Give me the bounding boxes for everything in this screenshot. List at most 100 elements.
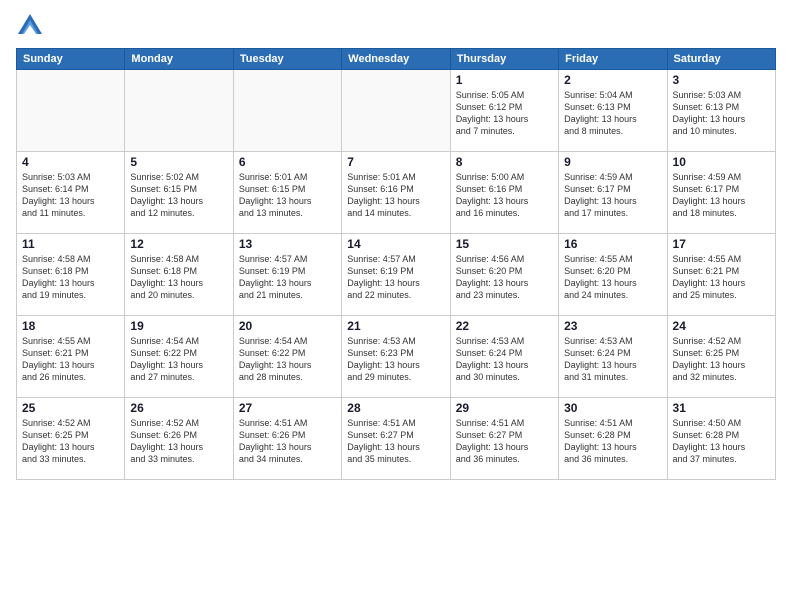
calendar-cell xyxy=(125,70,233,152)
day-number: 10 xyxy=(673,155,770,169)
day-number: 13 xyxy=(239,237,336,251)
day-info: Sunrise: 4:53 AM Sunset: 6:24 PM Dayligh… xyxy=(564,335,661,384)
day-info: Sunrise: 4:57 AM Sunset: 6:19 PM Dayligh… xyxy=(239,253,336,302)
logo xyxy=(16,12,48,40)
calendar-cell: 5 Sunrise: 5:02 AM Sunset: 6:15 PM Daylig… xyxy=(125,152,233,234)
calendar-cell: 23 Sunrise: 4:53 AM Sunset: 6:24 PM Dayli… xyxy=(559,316,667,398)
calendar-cell: 18Sunrise: 4:55 AM Sunset: 6:21 PM Dayli… xyxy=(17,316,125,398)
day-info: Sunrise: 4:55 AM Sunset: 6:21 PM Dayligh… xyxy=(673,253,770,302)
calendar-cell: 8 Sunrise: 5:00 AM Sunset: 6:16 PM Daylig… xyxy=(450,152,558,234)
day-info: Sunrise: 5:00 AM Sunset: 6:16 PM Dayligh… xyxy=(456,171,553,220)
day-number: 19 xyxy=(130,319,227,333)
calendar-cell: 28Sunrise: 4:51 AM Sunset: 6:27 PM Dayli… xyxy=(342,398,450,480)
day-info: Sunrise: 4:51 AM Sunset: 6:28 PM Dayligh… xyxy=(564,417,661,466)
day-info: Sunrise: 5:02 AM Sunset: 6:15 PM Dayligh… xyxy=(130,171,227,220)
calendar-cell: 19 Sunrise: 4:54 AM Sunset: 6:22 PM Dayli… xyxy=(125,316,233,398)
calendar-cell xyxy=(17,70,125,152)
day-number: 23 xyxy=(564,319,661,333)
day-info: Sunrise: 5:01 AM Sunset: 6:16 PM Dayligh… xyxy=(347,171,444,220)
calendar-cell: 16 Sunrise: 4:55 AM Sunset: 6:20 PM Dayli… xyxy=(559,234,667,316)
day-info: Sunrise: 4:55 AM Sunset: 6:20 PM Dayligh… xyxy=(564,253,661,302)
day-number: 14 xyxy=(347,237,444,251)
day-number: 5 xyxy=(130,155,227,169)
weekday-header-row: SundayMondayTuesdayWednesdayThursdayFrid… xyxy=(17,49,776,70)
day-info: Sunrise: 4:55 AM Sunset: 6:21 PM Dayligh… xyxy=(22,335,119,384)
day-info: Sunrise: 4:50 AM Sunset: 6:28 PM Dayligh… xyxy=(673,417,770,466)
calendar-cell: 22 Sunrise: 4:53 AM Sunset: 6:24 PM Dayli… xyxy=(450,316,558,398)
calendar-cell xyxy=(342,70,450,152)
day-number: 12 xyxy=(130,237,227,251)
day-info: Sunrise: 4:51 AM Sunset: 6:26 PM Dayligh… xyxy=(239,417,336,466)
day-info: Sunrise: 4:57 AM Sunset: 6:19 PM Dayligh… xyxy=(347,253,444,302)
day-number: 4 xyxy=(22,155,119,169)
weekday-header-friday: Friday xyxy=(559,49,667,70)
calendar-cell: 11 Sunrise: 4:58 AM Sunset: 6:18 PM Dayli… xyxy=(17,234,125,316)
day-info: Sunrise: 4:56 AM Sunset: 6:20 PM Dayligh… xyxy=(456,253,553,302)
day-info: Sunrise: 5:05 AM Sunset: 6:12 PM Dayligh… xyxy=(456,89,553,138)
calendar-cell: 6 Sunrise: 5:01 AM Sunset: 6:15 PM Daylig… xyxy=(233,152,341,234)
day-number: 8 xyxy=(456,155,553,169)
calendar-cell xyxy=(233,70,341,152)
day-number: 6 xyxy=(239,155,336,169)
day-number: 15 xyxy=(456,237,553,251)
calendar-cell: 20Sunrise: 4:54 AM Sunset: 6:22 PM Dayli… xyxy=(233,316,341,398)
day-number: 11 xyxy=(22,237,119,251)
weekday-header-tuesday: Tuesday xyxy=(233,49,341,70)
calendar-week-3: 11 Sunrise: 4:58 AM Sunset: 6:18 PM Dayli… xyxy=(17,234,776,316)
day-number: 27 xyxy=(239,401,336,415)
calendar-cell: 14 Sunrise: 4:57 AM Sunset: 6:19 PM Dayli… xyxy=(342,234,450,316)
day-number: 30 xyxy=(564,401,661,415)
calendar-week-4: 18Sunrise: 4:55 AM Sunset: 6:21 PM Dayli… xyxy=(17,316,776,398)
weekday-header-monday: Monday xyxy=(125,49,233,70)
day-info: Sunrise: 4:59 AM Sunset: 6:17 PM Dayligh… xyxy=(673,171,770,220)
calendar-cell: 4 Sunrise: 5:03 AM Sunset: 6:14 PM Daylig… xyxy=(17,152,125,234)
calendar-cell: 9 Sunrise: 4:59 AM Sunset: 6:17 PM Daylig… xyxy=(559,152,667,234)
day-number: 31 xyxy=(673,401,770,415)
calendar-cell: 1 Sunrise: 5:05 AM Sunset: 6:12 PM Daylig… xyxy=(450,70,558,152)
day-info: Sunrise: 4:59 AM Sunset: 6:17 PM Dayligh… xyxy=(564,171,661,220)
day-number: 29 xyxy=(456,401,553,415)
day-number: 26 xyxy=(130,401,227,415)
day-number: 9 xyxy=(564,155,661,169)
day-info: Sunrise: 4:53 AM Sunset: 6:24 PM Dayligh… xyxy=(456,335,553,384)
calendar-cell: 17Sunrise: 4:55 AM Sunset: 6:21 PM Dayli… xyxy=(667,234,775,316)
calendar-cell: 25 Sunrise: 4:52 AM Sunset: 6:25 PM Dayli… xyxy=(17,398,125,480)
day-number: 25 xyxy=(22,401,119,415)
day-info: Sunrise: 4:52 AM Sunset: 6:25 PM Dayligh… xyxy=(22,417,119,466)
logo-icon xyxy=(16,12,44,40)
day-number: 16 xyxy=(564,237,661,251)
day-number: 28 xyxy=(347,401,444,415)
day-number: 3 xyxy=(673,73,770,87)
page: SundayMondayTuesdayWednesdayThursdayFrid… xyxy=(0,0,792,612)
calendar-week-1: 1 Sunrise: 5:05 AM Sunset: 6:12 PM Daylig… xyxy=(17,70,776,152)
calendar-cell: 26 Sunrise: 4:52 AM Sunset: 6:26 PM Dayli… xyxy=(125,398,233,480)
day-info: Sunrise: 5:01 AM Sunset: 6:15 PM Dayligh… xyxy=(239,171,336,220)
weekday-header-wednesday: Wednesday xyxy=(342,49,450,70)
calendar-week-5: 25 Sunrise: 4:52 AM Sunset: 6:25 PM Dayli… xyxy=(17,398,776,480)
day-info: Sunrise: 4:52 AM Sunset: 6:26 PM Dayligh… xyxy=(130,417,227,466)
weekday-header-sunday: Sunday xyxy=(17,49,125,70)
calendar-week-2: 4 Sunrise: 5:03 AM Sunset: 6:14 PM Daylig… xyxy=(17,152,776,234)
day-info: Sunrise: 5:03 AM Sunset: 6:14 PM Dayligh… xyxy=(22,171,119,220)
calendar-cell: 31 Sunrise: 4:50 AM Sunset: 6:28 PM Dayli… xyxy=(667,398,775,480)
calendar-cell: 3Sunrise: 5:03 AM Sunset: 6:13 PM Daylig… xyxy=(667,70,775,152)
weekday-header-thursday: Thursday xyxy=(450,49,558,70)
day-info: Sunrise: 4:52 AM Sunset: 6:25 PM Dayligh… xyxy=(673,335,770,384)
day-info: Sunrise: 4:58 AM Sunset: 6:18 PM Dayligh… xyxy=(130,253,227,302)
day-number: 21 xyxy=(347,319,444,333)
day-info: Sunrise: 4:54 AM Sunset: 6:22 PM Dayligh… xyxy=(130,335,227,384)
day-info: Sunrise: 5:04 AM Sunset: 6:13 PM Dayligh… xyxy=(564,89,661,138)
day-info: Sunrise: 4:58 AM Sunset: 6:18 PM Dayligh… xyxy=(22,253,119,302)
calendar-cell: 13 Sunrise: 4:57 AM Sunset: 6:19 PM Dayli… xyxy=(233,234,341,316)
day-number: 1 xyxy=(456,73,553,87)
weekday-header-saturday: Saturday xyxy=(667,49,775,70)
day-number: 2 xyxy=(564,73,661,87)
day-number: 24 xyxy=(673,319,770,333)
calendar-cell: 15 Sunrise: 4:56 AM Sunset: 6:20 PM Dayli… xyxy=(450,234,558,316)
day-number: 22 xyxy=(456,319,553,333)
calendar-cell: 7Sunrise: 5:01 AM Sunset: 6:16 PM Daylig… xyxy=(342,152,450,234)
header xyxy=(16,12,776,40)
calendar-cell: 21 Sunrise: 4:53 AM Sunset: 6:23 PM Dayli… xyxy=(342,316,450,398)
calendar-table: SundayMondayTuesdayWednesdayThursdayFrid… xyxy=(16,48,776,480)
day-info: Sunrise: 4:53 AM Sunset: 6:23 PM Dayligh… xyxy=(347,335,444,384)
